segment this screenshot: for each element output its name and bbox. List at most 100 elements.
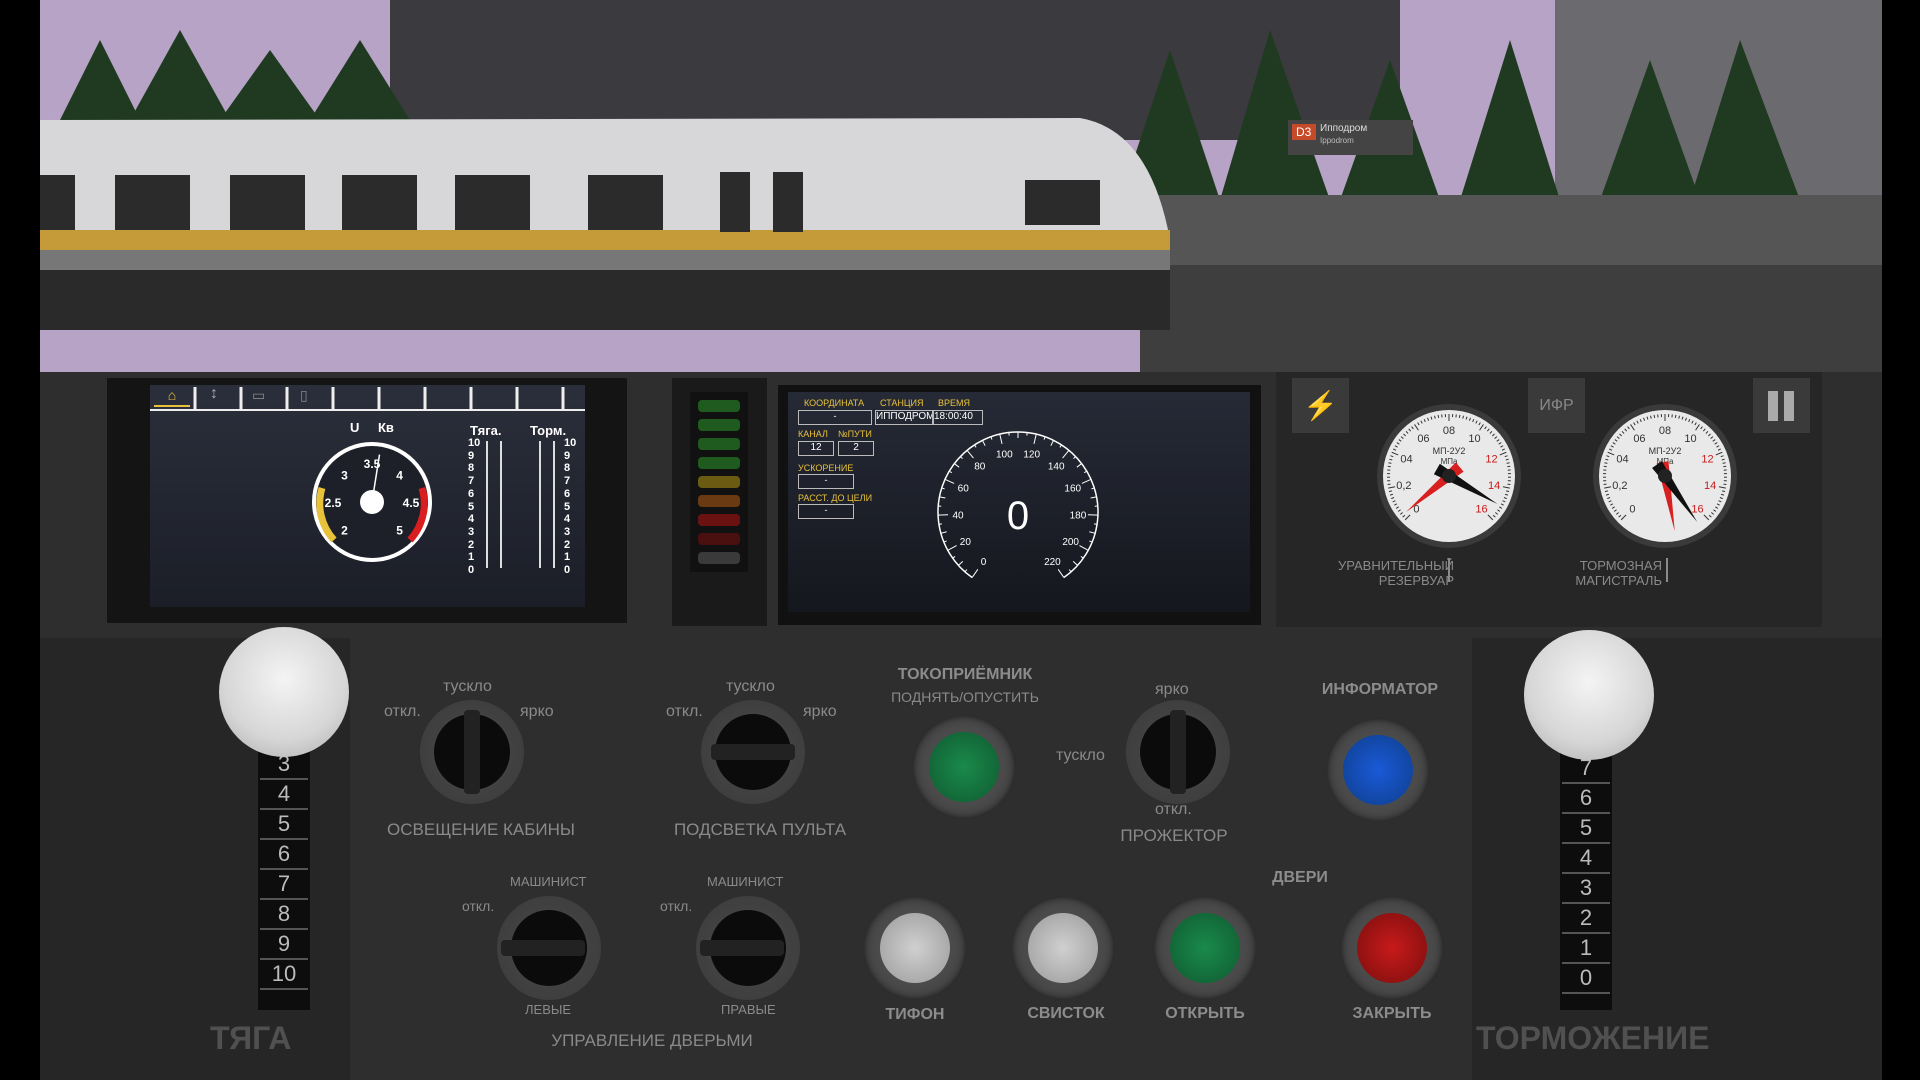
station-sign-sub: Ippodrom [1320,136,1354,145]
doors-open-button[interactable] [1153,896,1257,1000]
speed-tick-mark [1090,496,1097,499]
scale-number: 2 [468,538,475,551]
door-control-label: УПРАВЛЕНИЕ ДВЕРЬМИ [551,1031,753,1050]
speed-tick-mark [940,531,947,534]
voltage-tick: 5 [396,524,403,538]
door-right-driver-label: МАШИНИСТ [707,874,784,889]
pantograph-sub: ПОДНЯТЬ/ОПУСТИТЬ [891,689,1039,705]
speed-tick-mark [1089,540,1093,543]
speed-tick-mark [943,540,947,543]
pressure-tick-label: 12 [1701,453,1713,465]
lever-notch: 6 [1562,784,1610,814]
pressure-tick-label: 0,2 [1612,480,1627,492]
lever-notch: 6 [260,840,308,870]
speed-tick-mark [1057,569,1065,578]
speed-tick-mark [982,440,986,446]
voltage-tick: 4.5 [403,496,420,510]
accel-label: УСКОРЕНИЕ [798,463,854,473]
door-left-driver-label: МАШИНИСТ [510,874,587,889]
display-tab-bar[interactable]: ⌂ ↕ ▭ ▯ [150,385,585,411]
indicator-lamp [698,495,740,507]
scale-number: 10 [468,437,481,449]
g1-label-1: УРАВНИТЕЛЬНЫЙ [1337,558,1454,573]
station-sign-name: Ипподром [1320,123,1367,134]
headlight-switch[interactable] [1126,700,1230,804]
scale-number: 10 [564,437,577,449]
braking-title: ТОРМОЖЕНИЕ [1476,1020,1710,1056]
pressure-tick-label: 16 [1475,504,1487,516]
pantograph-toggle-icon[interactable]: ⚡ [1292,378,1349,433]
speed-tick-label: 40 [952,510,964,521]
speed-tick-mark [939,496,946,499]
speed-tick-label: 200 [1062,537,1079,548]
track-label: №ПУТИ [838,429,872,439]
speed-tick-mark [1076,463,1082,468]
scale-number: 5 [468,500,475,513]
lever-notch: 0 [1562,964,1610,994]
left-display: ⌂ ↕ ▭ ▯ U Кв 2 2.5 3 3.5 4 4.5 5 Тяга. Торм. 1… [150,385,585,607]
gauge-model: МП-2У2 [1649,446,1682,456]
doors-close-button[interactable] [1340,896,1444,1000]
accel-value: - [798,474,854,489]
indicator-lamp [698,514,740,526]
dist-label: РАССТ. ДО ЦЕЛИ [798,493,873,503]
doors-close-label: ЗАКРЫТЬ [1352,1005,1432,1022]
station-label: СТАНЦИЯ [880,398,924,408]
pressure-tick-label: 08 [1659,425,1671,437]
unit-label: Кв [378,420,394,435]
traction-title: ТЯГА [210,1020,292,1056]
whistle-button[interactable] [1011,896,1115,1000]
speed-tick-mark [954,463,960,468]
speed-tick-label: 220 [1044,557,1061,568]
speed-tick-label: 0 [981,557,987,568]
scale-number: 0 [468,564,475,576]
speed-tick-mark [999,433,1003,444]
speed-tick-mark [1068,569,1072,573]
scale-number: 9 [468,449,475,462]
door-right-switch[interactable] [696,896,800,1000]
ifr-button[interactable]: ИФР [1528,378,1585,433]
g2-label-1: ТОРМОЗНАЯ [1579,558,1662,573]
console-off-label: откл. [666,703,703,720]
station-sign-line: D3 [1296,125,1312,139]
indicator-lamp [698,476,740,488]
speed-tick-label: 140 [1048,462,1065,473]
pressure-tick-label: 16 [1691,504,1703,516]
door-left-switch[interactable] [497,896,601,1000]
pressure-tick-label: 14 [1704,480,1716,492]
headlight-bright-label: ярко [1155,681,1189,698]
informer-button[interactable] [1326,718,1430,822]
scale-number: 1 [564,551,571,564]
pause-button[interactable] [1753,378,1810,433]
horn-button[interactable] [863,896,967,1000]
lever-notch: 7 [260,870,308,900]
scene-view: D3 Ипподром Ippodrom [40,0,1882,372]
headlight-dim-label: тускло [1056,747,1105,764]
speed-tick-mark [1081,478,1092,484]
lever-notch: 4 [260,780,308,810]
speed-tick-mark [964,569,968,573]
console-light-label: ПОДСВЕТКА ПУЛЬТА [673,820,847,839]
speed-tick-mark [959,456,963,460]
mid-display: КООРДИНАТА СТАНЦИЯ ВРЕМЯ - ИППОДРОМ 18:0… [788,392,1250,612]
cabin-light-switch[interactable] [420,700,524,804]
console-light-switch[interactable] [701,700,805,804]
voltage-tick: 2.5 [325,496,342,510]
speed-tick-mark [1072,560,1078,566]
speed-tick-mark [1059,444,1062,448]
horn-label: ТИФОН [885,1006,945,1023]
braking-lever-handle[interactable] [1524,630,1654,760]
lever-notch: 10 [260,960,308,990]
speed-tick-label: 160 [1064,484,1081,495]
pantograph-button[interactable] [912,715,1016,819]
pressure-tick-label: 08 [1443,425,1455,437]
scale-number: 7 [468,475,475,488]
indicator-lamp [698,419,740,431]
traction-lever-handle[interactable] [219,627,349,757]
brake-pipe-gauge: 00,204060810121416МП-2У2МПа [1593,404,1737,548]
lever-notch: 3 [1562,874,1610,904]
indicator-lamp [698,438,740,450]
lever-notch: 2 [1562,904,1610,934]
traction-bar-left [486,441,488,568]
speed-tick-mark [1073,456,1077,460]
